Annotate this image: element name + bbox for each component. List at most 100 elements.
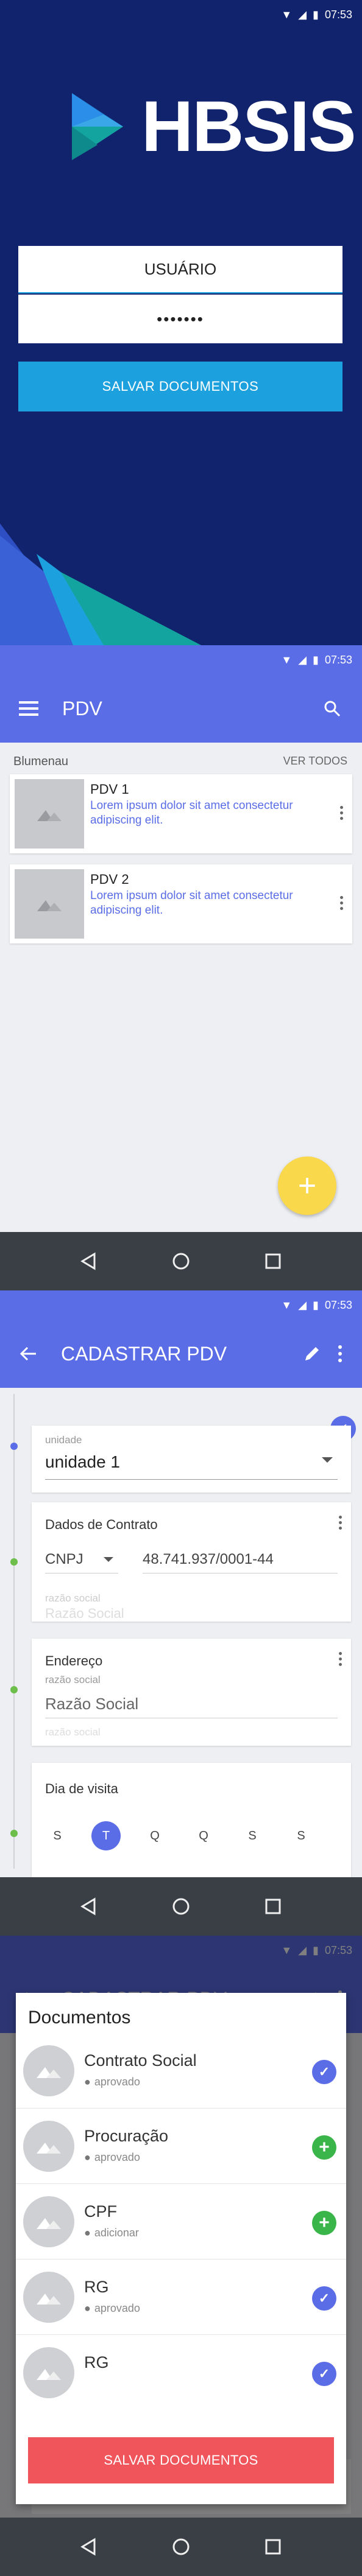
login-submit-button[interactable]: SALVAR DOCUMENTOS	[18, 362, 342, 411]
brand-logo: HBSIS	[67, 85, 357, 168]
day-toggle[interactable]: S	[43, 1821, 72, 1850]
status-bar: ▼ ◢ ▮ 07:53	[0, 645, 362, 674]
status-bar: ▼ ◢ ▮ 07:53	[0, 0, 362, 29]
document-status-text: aprovado	[94, 2151, 140, 2163]
home-nav-icon[interactable]	[163, 2529, 199, 2565]
unidade-card: unidade unidade 1	[32, 1426, 351, 1493]
list-item[interactable]: PDV 2 Lorem ipsum dolor sit amet consect…	[10, 864, 352, 943]
more-options-icon[interactable]	[338, 1652, 342, 1666]
login-submit-label: SALVAR DOCUMENTOS	[102, 379, 259, 394]
more-options-icon[interactable]	[338, 1516, 342, 1530]
approved-check-icon[interactable]: ✓	[312, 2362, 336, 2386]
document-type-select[interactable]: CNPJ	[45, 1547, 124, 1572]
add-document-icon[interactable]: +	[312, 2211, 336, 2235]
image-placeholder-icon	[23, 2045, 74, 2096]
edit-pencil-icon[interactable]	[296, 1338, 328, 1370]
document-row[interactable]: Contrato Social ● aprovado ✓	[16, 2033, 346, 2109]
document-row[interactable]: RG ● aprovado ✓	[16, 2259, 346, 2335]
home-nav-icon[interactable]	[163, 1888, 199, 1925]
signal-icon: ◢	[298, 1299, 307, 1311]
pdv-description: Lorem ipsum dolor sit amet consectetur a…	[90, 889, 293, 917]
see-all-link[interactable]: VER TODOS	[283, 755, 347, 768]
document-row[interactable]: CPF ● adicionar +	[16, 2184, 346, 2259]
add-pdv-fab[interactable]: +	[278, 1157, 336, 1215]
image-placeholder-icon	[23, 2121, 74, 2172]
cnpj-field[interactable]: 48.741.937/0001-44	[143, 1551, 274, 1568]
document-row[interactable]: RG ✓	[16, 2335, 346, 2410]
day-toggle[interactable]: Q	[189, 1821, 218, 1850]
status-time: 07:53	[324, 1298, 352, 1311]
endereco-title: Endereço	[45, 1653, 103, 1668]
document-name: CPF	[84, 2202, 117, 2221]
battery-icon: ▮	[313, 1299, 319, 1311]
document-status-text: adicionar	[94, 2227, 139, 2239]
pdv-title: PDV 1	[90, 782, 129, 797]
approved-check-icon[interactable]: ✓	[312, 2286, 336, 2311]
password-field[interactable]: •••••••	[18, 295, 342, 343]
add-document-icon[interactable]: +	[312, 2135, 336, 2160]
timeline-dot	[10, 1830, 18, 1837]
dialog-title: Documentos	[28, 2007, 131, 2028]
status-time: 07:53	[324, 653, 352, 666]
status-bar: ▼ ◢ ▮ 07:53	[0, 1290, 362, 1320]
endereco-card: Endereço razão social Razão Social razão…	[32, 1639, 351, 1746]
location-pin-icon: ●	[84, 2151, 91, 2163]
endereco-razao-label: razão social	[45, 1674, 101, 1685]
documentos-screen: ▼ ◢ ▮ 07:53 CADASTRAR PDV S T Q Q S S Do…	[0, 1936, 362, 2576]
page-title: CADASTRAR PDV	[61, 1342, 227, 1365]
back-nav-icon[interactable]	[71, 2529, 107, 2565]
wifi-icon: ▼	[281, 9, 293, 21]
back-nav-icon[interactable]	[71, 1888, 107, 1925]
documentos-dialog: Documentos Contrato Social ● aprovado ✓ P…	[16, 1993, 346, 2504]
system-nav-bar	[0, 1232, 362, 1290]
brand-name: HBSIS	[141, 86, 357, 167]
razao-social-label-faded: razão social	[45, 1592, 101, 1604]
save-documents-label: SALVAR DOCUMENTOS	[104, 2452, 258, 2468]
recents-nav-icon[interactable]	[255, 1888, 291, 1925]
day-toggle[interactable]: Q	[140, 1821, 169, 1850]
hbsis-logo-icon	[72, 93, 123, 160]
home-nav-icon[interactable]	[163, 1243, 199, 1279]
login-screen: ▼ ◢ ▮ 07:53 HBSIS USUÁRIO ••••••• SALVAR…	[0, 0, 362, 645]
location-pin-icon: ●	[84, 2302, 91, 2314]
unidade-select[interactable]: unidade 1	[45, 1450, 338, 1477]
plus-icon: +	[297, 1168, 317, 1203]
cadastrar-pdv-screen: ▼ ◢ ▮ 07:53 CADASTRAR PDV ✓ unidade unid…	[0, 1290, 362, 1936]
endereco-razao-field[interactable]: Razão Social	[45, 1695, 138, 1713]
back-nav-icon[interactable]	[71, 1243, 107, 1279]
timeline-line	[13, 1394, 15, 1869]
save-documents-button[interactable]: SALVAR DOCUMENTOS	[28, 2437, 334, 2483]
recents-nav-icon[interactable]	[255, 2529, 291, 2565]
signal-icon: ◢	[298, 654, 307, 666]
image-placeholder-icon	[23, 2272, 74, 2323]
document-row[interactable]: Procuração ● aprovado +	[16, 2109, 346, 2184]
app-bar: PDV	[0, 674, 362, 743]
more-options-icon[interactable]	[339, 806, 344, 820]
day-toggle[interactable]: T	[91, 1821, 121, 1850]
day-toggle[interactable]: S	[286, 1821, 316, 1850]
document-status-text: aprovado	[94, 2302, 140, 2314]
pdv-description: Lorem ipsum dolor sit amet consectetur a…	[90, 799, 293, 827]
day-toggle[interactable]: S	[238, 1821, 267, 1850]
list-item[interactable]: PDV 1 Lorem ipsum dolor sit amet consect…	[10, 774, 352, 853]
image-placeholder-icon	[23, 2347, 74, 2398]
page-title: PDV	[62, 697, 102, 719]
battery-icon: ▮	[313, 654, 319, 666]
section-label: Blumenau	[13, 755, 69, 768]
recents-nav-icon[interactable]	[255, 1243, 291, 1279]
image-placeholder-icon	[15, 869, 84, 939]
approved-check-icon[interactable]: ✓	[312, 2060, 336, 2084]
razao-social-value-faded: Razão Social	[45, 1606, 124, 1621]
username-field[interactable]: USUÁRIO	[18, 246, 342, 293]
location-pin-icon: ●	[84, 2227, 91, 2239]
unidade-value: unidade 1	[45, 1452, 121, 1471]
contrato-card: Dados de Contrato CNPJ 48.741.937/0001-4…	[32, 1502, 351, 1622]
system-nav-bar	[0, 2518, 362, 2576]
document-status: ● aprovado	[84, 2151, 140, 2164]
document-name: Procuração	[84, 2127, 169, 2145]
search-icon[interactable]	[317, 693, 347, 724]
more-options-icon[interactable]	[339, 896, 344, 910]
more-options-icon[interactable]	[328, 1338, 352, 1370]
menu-icon[interactable]	[9, 688, 49, 729]
back-arrow-icon[interactable]	[10, 1335, 46, 1372]
